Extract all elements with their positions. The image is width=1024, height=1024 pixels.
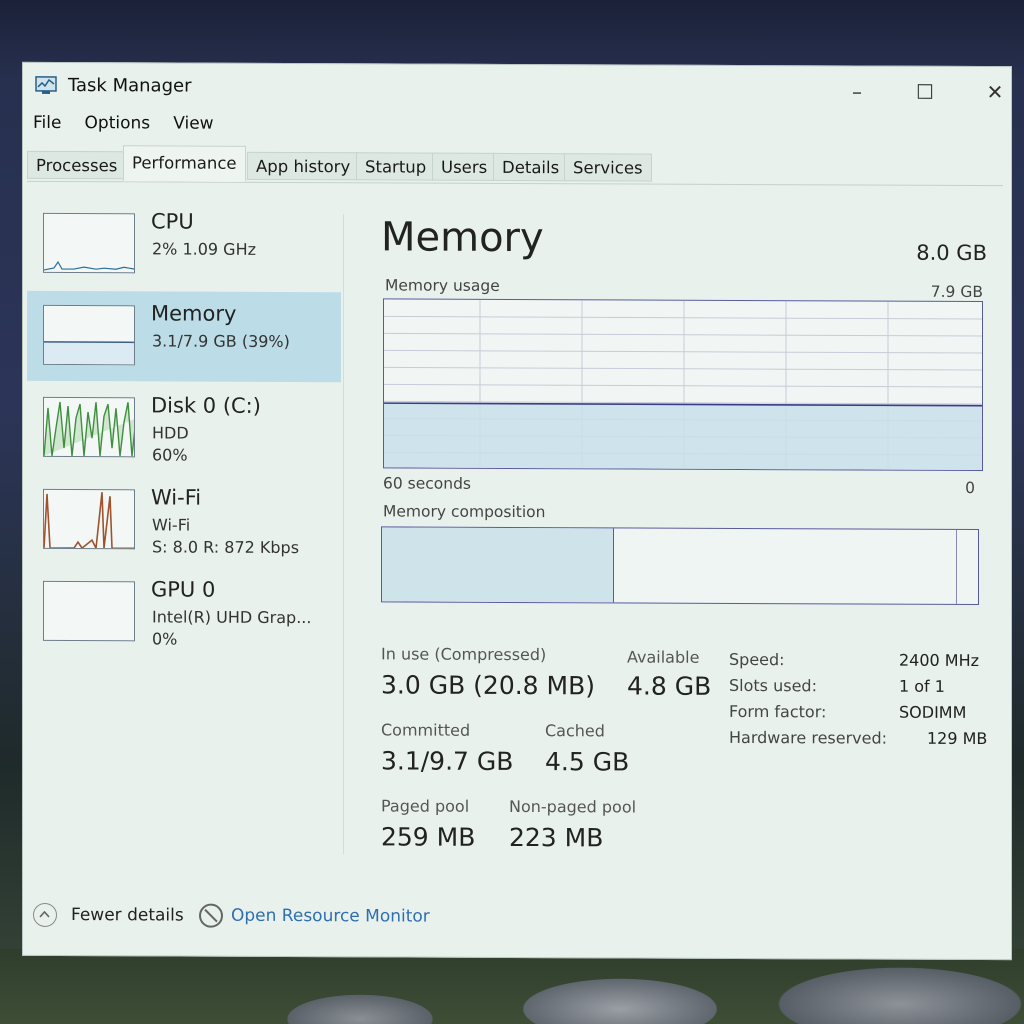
hardware-reserved-value: 129 MB: [927, 728, 988, 749]
available-value: 4.8 GB: [627, 671, 712, 701]
memory-detail-panel: Memory 8.0 GB Memory usage 7.9 GB 60 sec…: [379, 214, 999, 877]
wifi-thumbnail-graph: [43, 488, 135, 550]
tab-users[interactable]: Users: [432, 152, 497, 181]
memory-total: 8.0 GB: [916, 240, 987, 266]
sidebar-item-wifi[interactable]: Wi-Fi Wi-Fi S: 8.0 R: 872 Kbps: [27, 475, 341, 566]
speed-label: Speed:: [729, 649, 785, 670]
available-label: Available: [627, 647, 700, 667]
sidebar-item-subtitle: 2% 1.09 GHz: [152, 239, 257, 259]
sidebar-item-subtitle: Intel(R) UHD Grap...: [152, 607, 312, 628]
fewer-details-button[interactable]: Fewer details: [71, 905, 184, 925]
composition-standby-segment: [616, 528, 957, 604]
memory-thumbnail-graph: [43, 304, 135, 366]
cached-label: Cached: [545, 721, 605, 741]
sidebar-item-title: Memory: [151, 301, 237, 326]
nonpaged-pool-label: Non-paged pool: [509, 796, 637, 817]
paged-pool-label: Paged pool: [381, 796, 470, 816]
sidebar-item-memory[interactable]: Memory 3.1/7.9 GB (39%): [27, 290, 341, 383]
tab-details[interactable]: Details: [493, 152, 569, 182]
sidebar-item-value: S: 8.0 R: 872 Kbps: [152, 537, 300, 558]
time-end-label: 0: [965, 478, 975, 497]
tab-startup[interactable]: Startup: [356, 152, 436, 181]
footer: Fewer details Open Resource Monitor: [33, 899, 633, 938]
form-factor-label: Form factor:: [729, 701, 827, 722]
disk-thumbnail-graph: [43, 396, 135, 458]
sidebar-item-title: CPU: [151, 209, 194, 234]
sidebar-item-subtitle: Wi-Fi: [152, 515, 191, 535]
memory-composition-label: Memory composition: [383, 502, 546, 522]
tab-app-history[interactable]: App history: [247, 151, 360, 181]
title-bar[interactable]: Task Manager – ☐ ✕: [23, 63, 1011, 111]
memory-usage-label: Memory usage: [385, 276, 500, 295]
form-factor-value: SODIMM: [899, 702, 967, 722]
in-use-value: 3.0 GB (20.8 MB): [381, 670, 596, 701]
sidebar-item-value: 0%: [152, 629, 178, 649]
sidebar-item-subtitle: 3.1/7.9 GB (39%): [152, 331, 290, 352]
sidebar-item-title: GPU 0: [151, 577, 216, 602]
task-manager-window: Task Manager – ☐ ✕ File Options View Pro…: [22, 61, 1012, 961]
menu-file[interactable]: File: [33, 113, 61, 133]
speed-value: 2400 MHz: [899, 650, 980, 671]
tab-strip: Processes Performance App history Startu…: [27, 144, 1003, 187]
usage-area: [384, 403, 983, 472]
maximize-button[interactable]: ☐: [905, 79, 945, 107]
sidebar-item-value: 60%: [152, 445, 188, 465]
resource-monitor-icon: [199, 903, 223, 928]
minimize-button[interactable]: –: [837, 78, 877, 106]
paged-pool-value: 259 MB: [381, 822, 476, 852]
gpu-thumbnail-graph: [43, 580, 135, 642]
tab-processes[interactable]: Processes: [27, 150, 127, 180]
sidebar-divider: [343, 214, 344, 855]
slots-label: Slots used:: [729, 675, 817, 696]
close-button[interactable]: ✕: [975, 79, 1015, 107]
chevron-up-icon[interactable]: [33, 902, 57, 927]
time-span-label: 60 seconds: [383, 474, 472, 493]
committed-value: 3.1/9.7 GB: [381, 746, 514, 776]
sidebar-item-disk[interactable]: Disk 0 (C:) HDD 60%: [27, 383, 341, 474]
hardware-reserved-label: Hardware reserved:: [729, 727, 888, 748]
in-use-label: In use (Compressed): [381, 644, 547, 665]
committed-label: Committed: [381, 720, 471, 740]
desktop-rocks: [0, 949, 1024, 1024]
sidebar-item-title: Disk 0 (C:): [151, 393, 261, 418]
memory-usage-chart: [384, 299, 983, 472]
nonpaged-pool-value: 223 MB: [509, 822, 604, 853]
tab-services[interactable]: Services: [564, 153, 652, 182]
sidebar-item-title: Wi-Fi: [151, 485, 202, 510]
sidebar-item-subtitle: HDD: [152, 423, 189, 443]
open-resource-monitor-link[interactable]: Open Resource Monitor: [231, 906, 430, 927]
composition-in-use-segment: [382, 527, 615, 603]
memory-composition-bar: [381, 526, 979, 606]
menu-view[interactable]: View: [173, 114, 213, 134]
window-title: Task Manager: [68, 75, 192, 97]
slots-value: 1 of 1: [899, 676, 945, 696]
performance-sidebar: CPU 2% 1.09 GHz Memory 3.1/7.9 GB (39%) …: [27, 193, 341, 874]
memory-usage-max: 7.9 GB: [930, 282, 983, 302]
cpu-thumbnail-graph: [43, 212, 135, 274]
sidebar-item-gpu[interactable]: GPU 0 Intel(R) UHD Grap... 0%: [27, 567, 341, 658]
page-title: Memory: [381, 214, 544, 262]
tab-performance[interactable]: Performance: [123, 145, 246, 182]
menu-bar: File Options View: [33, 113, 232, 140]
memory-usage-graph: [383, 298, 983, 472]
cached-value: 4.5 GB: [545, 747, 630, 777]
menu-options[interactable]: Options: [85, 113, 151, 133]
sidebar-item-cpu[interactable]: CPU 2% 1.09 GHz: [27, 199, 341, 290]
task-manager-icon: [35, 76, 57, 94]
